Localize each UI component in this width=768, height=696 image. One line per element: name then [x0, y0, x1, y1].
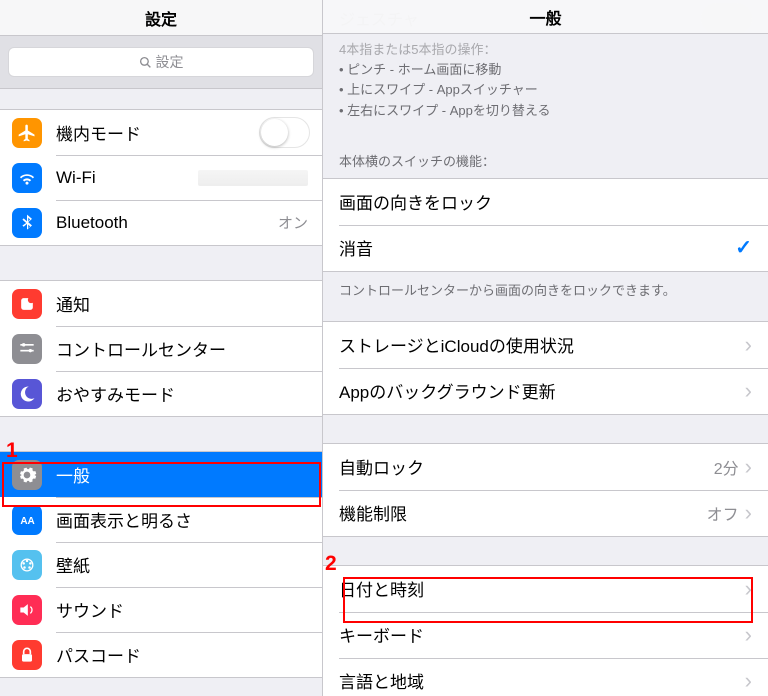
- check-icon: ✓: [735, 235, 752, 260]
- chevron-right-icon: ›: [745, 380, 752, 402]
- sidebar-title: 設定: [0, 0, 322, 36]
- sidebar: 設定 設定 機内モード Wi-Fi: [0, 0, 323, 696]
- row-language-region[interactable]: 言語と地域 ›: [323, 658, 768, 696]
- row-background-refresh[interactable]: Appのバックグラウンド更新 ›: [323, 368, 768, 414]
- gesture-caption: 4本指または5本指の操作： • ピンチ - ホーム画面に移動 • 上にスワイプ …: [323, 38, 768, 135]
- sidebar-item-passcode[interactable]: パスコード: [0, 632, 322, 677]
- sidebar-item-dnd[interactable]: おやすみモード: [0, 371, 322, 416]
- notification-icon: [12, 289, 42, 319]
- chevron-right-icon: ›: [745, 456, 752, 478]
- sidebar-item-general[interactable]: 一般: [0, 452, 322, 497]
- bluetooth-icon: [12, 208, 42, 238]
- controlcenter-icon: [12, 334, 42, 364]
- sideswitch-caption: 本体横のスイッチの機能：: [323, 135, 768, 178]
- lock-icon: [12, 640, 42, 670]
- sidebar-item-controlcenter[interactable]: コントロールセンター: [0, 326, 322, 371]
- gear-icon: [12, 460, 42, 490]
- sidebar-item-wallpaper[interactable]: 壁紙: [0, 542, 322, 587]
- detail-title: 一般: [323, 0, 768, 34]
- chevron-right-icon: ›: [745, 624, 752, 646]
- chevron-right-icon: ›: [745, 334, 752, 356]
- row-keyboard[interactable]: キーボード ›: [323, 612, 768, 658]
- search-input[interactable]: 設定: [8, 47, 314, 77]
- row-lock-rotation[interactable]: 画面の向きをロック: [323, 179, 768, 225]
- wifi-value-mask: [198, 170, 308, 186]
- bluetooth-value: オン: [278, 212, 308, 233]
- sidebar-item-airplane[interactable]: 機内モード: [0, 110, 322, 155]
- sound-icon: [12, 595, 42, 625]
- sidebar-item-bluetooth[interactable]: Bluetooth オン: [0, 200, 322, 245]
- wifi-icon: [12, 163, 42, 193]
- sideswitch-footer: コントロールセンターから画面の向きをロックできます。: [323, 272, 768, 321]
- wallpaper-icon: [12, 550, 42, 580]
- airplane-icon: [12, 118, 42, 148]
- chevron-right-icon: ›: [745, 502, 752, 524]
- chevron-right-icon: ›: [745, 670, 752, 692]
- row-storage[interactable]: ストレージとiCloudの使用状況 ›: [323, 322, 768, 368]
- row-datetime[interactable]: 日付と時刻 ›: [323, 566, 768, 612]
- display-icon: AA: [12, 505, 42, 535]
- chevron-right-icon: ›: [745, 578, 752, 600]
- search-icon: [139, 56, 152, 69]
- row-restrictions[interactable]: 機能制限 オフ ›: [323, 490, 768, 536]
- row-autolock[interactable]: 自動ロック 2分 ›: [323, 444, 768, 490]
- detail-panel: ジェスチャ 一般 4本指または5本指の操作： • ピンチ - ホーム画面に移動 …: [323, 0, 768, 696]
- airplane-toggle[interactable]: [259, 117, 310, 148]
- sidebar-item-wifi[interactable]: Wi-Fi: [0, 155, 322, 200]
- row-mute[interactable]: 消音 ✓: [323, 225, 768, 271]
- sidebar-item-display[interactable]: AA 画面表示と明るさ: [0, 497, 322, 542]
- moon-icon: [12, 379, 42, 409]
- svg-text:AA: AA: [20, 516, 34, 527]
- sidebar-item-sound[interactable]: サウンド: [0, 587, 322, 632]
- sidebar-item-notifications[interactable]: 通知: [0, 281, 322, 326]
